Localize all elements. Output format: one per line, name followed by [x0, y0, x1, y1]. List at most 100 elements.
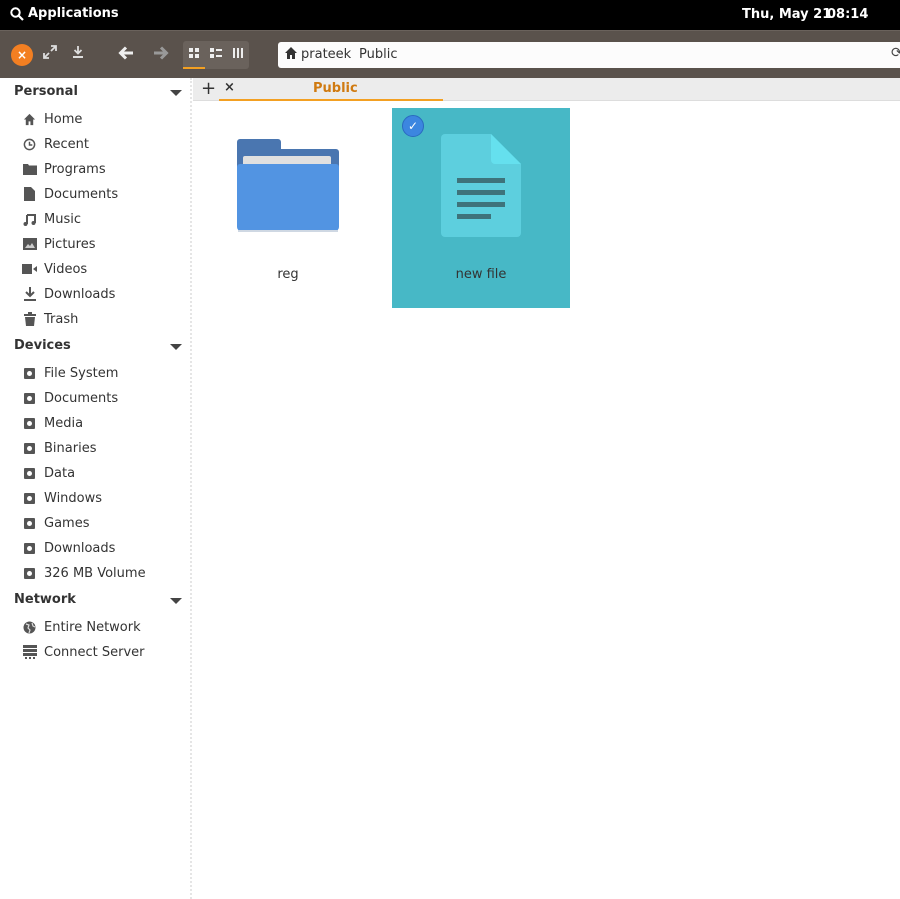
disk-icon — [24, 517, 35, 529]
list-icon — [210, 48, 222, 58]
applications-label: Applications — [28, 6, 119, 21]
header-bar: × prateek Public ⟳ — [0, 30, 900, 78]
sidebar-item-label: Trash — [44, 311, 79, 327]
disk-icon — [24, 492, 35, 504]
sidebar-item-label: Games — [44, 515, 90, 531]
view-switcher — [183, 41, 249, 69]
file-item-new-file[interactable]: ✓ new file — [392, 108, 570, 308]
section-devices[interactable]: Devices — [14, 338, 71, 353]
sidebar-item-downloads[interactable]: Downloads — [22, 284, 115, 304]
disk-icon — [24, 392, 35, 404]
document-icon — [22, 187, 37, 202]
list-view-button[interactable] — [206, 45, 226, 65]
video-icon — [22, 262, 37, 277]
close-icon: × — [16, 48, 28, 62]
sidebar-item-label: Entire Network — [44, 619, 141, 635]
sidebar-item-file-system[interactable]: File System — [22, 363, 118, 383]
sidebar-item-label: Data — [44, 465, 76, 481]
time-label[interactable]: 08:14 — [827, 7, 868, 22]
music-icon — [22, 212, 37, 227]
sidebar-item-games[interactable]: Games — [22, 513, 89, 533]
text-file-icon — [441, 134, 521, 237]
sidebar-item-label: Pictures — [44, 236, 96, 252]
close-window-button[interactable]: × — [11, 44, 33, 66]
sidebar-item-pictures[interactable]: Pictures — [22, 234, 95, 254]
section-personal[interactable]: Personal — [14, 84, 78, 99]
sidebar-item-label: Documents — [44, 186, 119, 202]
new-tab-button[interactable]: + — [201, 78, 216, 99]
column-view-button[interactable] — [228, 45, 248, 65]
sidebar-item-trash[interactable]: Trash — [22, 309, 78, 329]
sidebar-item-data[interactable]: Data — [22, 463, 75, 483]
home-icon — [22, 112, 37, 127]
collapse-devices-icon[interactable] — [170, 344, 182, 350]
maximize-button[interactable] — [40, 45, 60, 65]
file-name: reg — [277, 267, 299, 282]
sidebar-item-label: Documents — [44, 390, 119, 406]
sidebar-item-binaries[interactable]: Binaries — [22, 438, 96, 458]
sidebar-item-videos[interactable]: Videos — [22, 259, 87, 279]
back-button[interactable] — [116, 45, 136, 67]
collapse-personal-icon[interactable] — [170, 90, 182, 96]
location-bar[interactable]: prateek Public ⟳ — [278, 42, 900, 68]
columns-icon — [233, 48, 243, 58]
sidebar-item-label: Downloads — [44, 286, 116, 302]
sidebar-item-entire-network[interactable]: Entire Network — [22, 617, 141, 637]
tab-bar: Public + × — [193, 78, 900, 101]
folder-icon — [22, 162, 37, 177]
clock-icon — [22, 137, 37, 152]
disk-icon — [24, 467, 35, 479]
sidebar-item-label: Recent — [44, 136, 89, 152]
search-icon — [10, 6, 24, 21]
sidebar-item-label: Connect Server — [44, 644, 145, 660]
icon-view-button[interactable] — [184, 45, 204, 65]
breadcrumb-prateek[interactable]: prateek — [301, 47, 351, 62]
tab-public[interactable]: Public — [219, 78, 443, 101]
top-panel: Applications Thu, May 21 08:14 — [0, 0, 900, 30]
sidebar: Personal Home Recent Programs Documents … — [0, 78, 192, 899]
sidebar-item-label: Binaries — [44, 440, 97, 456]
sidebar-item-recent[interactable]: Recent — [22, 134, 89, 154]
sidebar-item-documents-volume[interactable]: Documents — [22, 388, 118, 408]
grid-icon — [189, 48, 199, 58]
section-network[interactable]: Network — [14, 592, 76, 607]
sidebar-item-label: Videos — [44, 261, 88, 277]
refresh-icon[interactable]: ⟳ — [891, 45, 900, 61]
download-icon — [73, 46, 83, 58]
sidebar-item-label: Music — [44, 211, 81, 227]
folder-icon — [237, 139, 339, 232]
disk-icon — [24, 542, 35, 554]
sidebar-item-label: Programs — [44, 161, 106, 177]
close-tab-button[interactable]: × — [224, 80, 235, 95]
sidebar-item-label: Windows — [44, 490, 103, 506]
arrow-left-icon — [118, 46, 133, 60]
tab-label: Public — [313, 81, 358, 96]
sidebar-item-label: Downloads — [44, 540, 116, 556]
sidebar-item-connect-server[interactable]: Connect Server — [22, 642, 145, 662]
applications-menu[interactable]: Applications — [10, 6, 119, 21]
sidebar-item-downloads-volume[interactable]: Downloads — [22, 538, 115, 558]
sidebar-item-label: 326 MB Volume — [44, 565, 146, 581]
breadcrumb-public[interactable]: Public — [359, 47, 397, 62]
sidebar-item-326mb-volume[interactable]: 326 MB Volume — [22, 563, 146, 583]
sidebar-item-label: Home — [44, 111, 83, 127]
selected-check-icon[interactable]: ✓ — [402, 115, 424, 137]
arrow-right-icon — [154, 46, 169, 60]
date-label[interactable]: Thu, May 21 — [742, 7, 831, 22]
disk-icon — [24, 417, 35, 429]
sidebar-item-music[interactable]: Music — [22, 209, 81, 229]
picture-icon — [22, 237, 37, 252]
active-view-indicator — [183, 67, 205, 69]
sidebar-item-documents[interactable]: Documents — [22, 184, 118, 204]
download-button[interactable] — [68, 45, 88, 65]
sidebar-item-label: Media — [44, 415, 84, 431]
forward-button[interactable] — [151, 45, 171, 67]
sidebar-item-media[interactable]: Media — [22, 413, 83, 433]
collapse-network-icon[interactable] — [170, 598, 182, 604]
sidebar-item-home[interactable]: Home — [22, 109, 82, 129]
sidebar-item-windows[interactable]: Windows — [22, 488, 102, 508]
file-item-reg[interactable]: reg — [199, 108, 377, 308]
sidebar-item-programs[interactable]: Programs — [22, 159, 106, 179]
globe-icon — [22, 620, 37, 635]
trash-icon — [22, 312, 37, 327]
